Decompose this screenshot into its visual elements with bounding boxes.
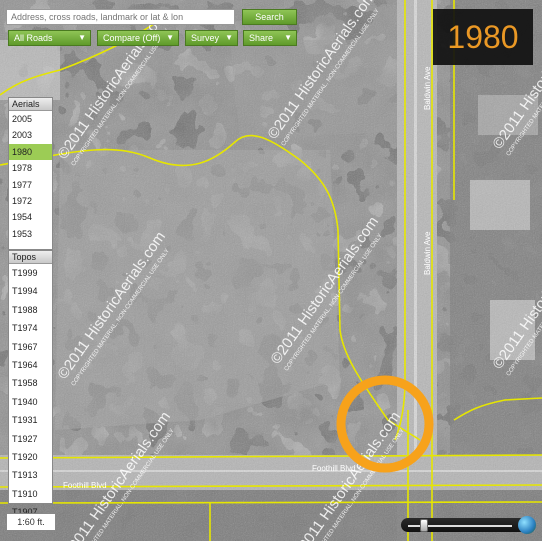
topo-year-item[interactable]: T1940 [9, 393, 52, 411]
topo-year-item[interactable]: T1910 [9, 485, 52, 503]
street-label: Foothill Blvd [312, 464, 356, 473]
aerial-year-item[interactable]: 2005 [9, 111, 52, 127]
street-label: Baldwin Ave [423, 231, 432, 275]
year-badge: 1980 [433, 9, 533, 65]
map-scale: 1:60 ft. [6, 513, 56, 531]
aerial-year-item[interactable]: 1954 [9, 209, 52, 225]
aerial-year-item[interactable]: 1980 [9, 143, 52, 161]
topo-year-item[interactable]: T1994 [9, 282, 52, 300]
aerial-year-item[interactable]: 1977 [9, 177, 52, 193]
survey-dropdown[interactable]: Survey ▼ [185, 30, 238, 46]
aerial-map[interactable]: ©2011 HistoricAerials.com COPYRIGHTED MA… [0, 0, 542, 541]
topos-list: T1999 T1994 T1988 T1974 T1967 T1964 T1958 T1940… [9, 264, 52, 521]
chevron-down-icon: ▼ [225, 33, 233, 42]
topos-panel: Topos T1999 T1994 T1988 T1974 T1967 T1964 T195… [8, 250, 53, 517]
aerial-imagery: ©2011 HistoricAerials.com COPYRIGHTED MA… [0, 0, 542, 541]
topo-year-item[interactable]: T1988 [9, 301, 52, 319]
share-dropdown[interactable]: Share ▼ [243, 30, 297, 46]
search-input[interactable] [6, 9, 235, 25]
aerial-year-item[interactable]: 2003 [9, 127, 52, 143]
aerials-header: Aerials [9, 98, 52, 111]
topo-year-item[interactable]: T1964 [9, 356, 52, 374]
topo-year-item[interactable]: T1967 [9, 338, 52, 356]
topo-year-item[interactable]: T1927 [9, 430, 52, 448]
topo-year-item[interactable]: T1913 [9, 466, 52, 484]
globe-icon[interactable] [518, 516, 536, 534]
topo-year-item[interactable]: T1920 [9, 448, 52, 466]
chevron-down-icon: ▼ [166, 33, 174, 42]
aerials-panel: Aerials 2005 2003 1980 1978 1977 1972 1954 1953 [8, 97, 53, 250]
street-label: Foothill Blvd [63, 481, 107, 490]
roads-dropdown-label: All Roads [14, 33, 53, 43]
roads-dropdown[interactable]: All Roads ▼ [8, 30, 91, 46]
zoom-handle[interactable] [419, 519, 428, 532]
aerials-list: 2005 2003 1980 1978 1977 1972 1954 1953 [9, 111, 52, 242]
aerial-year-item[interactable]: 1953 [9, 226, 52, 242]
topos-header: Topos [9, 251, 52, 264]
compare-dropdown[interactable]: Compare (Off) ▼ [97, 30, 179, 46]
share-dropdown-label: Share [249, 33, 274, 43]
topo-year-item[interactable]: T1931 [9, 411, 52, 429]
topo-year-item[interactable]: T1974 [9, 319, 52, 337]
chevron-down-icon: ▼ [284, 33, 292, 42]
survey-dropdown-label: Survey [191, 33, 220, 43]
chevron-down-icon: ▼ [78, 33, 86, 42]
street-label: Baldwin Ave [423, 66, 432, 110]
aerial-year-item[interactable]: 1978 [9, 160, 52, 176]
compare-dropdown-label: Compare (Off) [103, 33, 161, 43]
aerial-year-item[interactable]: 1972 [9, 193, 52, 209]
topo-year-item[interactable]: T1999 [9, 264, 52, 282]
topo-year-item[interactable]: T1958 [9, 374, 52, 392]
search-button[interactable]: Search [242, 9, 297, 25]
